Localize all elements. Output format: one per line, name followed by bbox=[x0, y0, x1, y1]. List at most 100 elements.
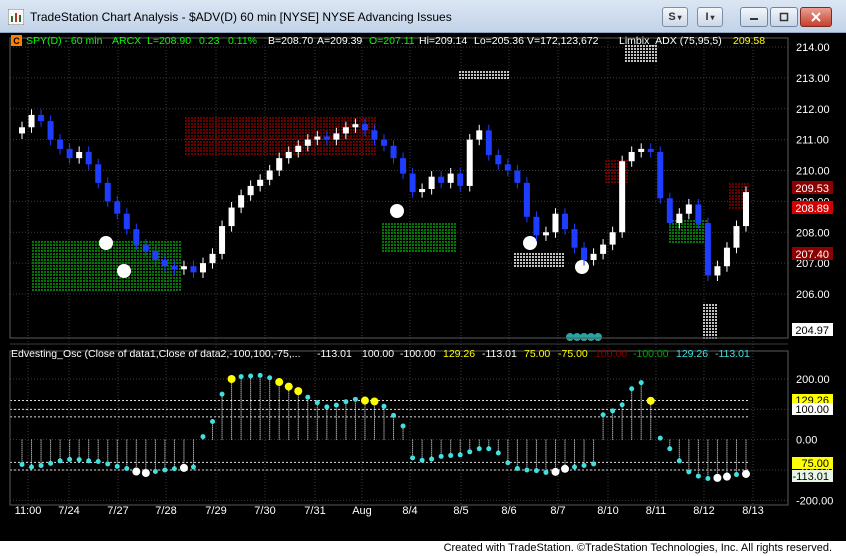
zone-dot bbox=[702, 238, 704, 240]
chart-area[interactable]: 11:00 7/24 7/27 7/28 7/29 7/30 7/31 Aug 8/4 8/5 8/… bbox=[0, 33, 846, 541]
zone-dot bbox=[140, 286, 142, 288]
zone-dot bbox=[415, 247, 417, 249]
zone-dot bbox=[95, 268, 97, 270]
zone-dot bbox=[254, 135, 256, 137]
zone-dot bbox=[439, 238, 441, 240]
zone-dot bbox=[538, 253, 540, 255]
s-menu-button[interactable]: S ▾ bbox=[662, 7, 688, 27]
osc-point bbox=[686, 469, 692, 475]
zone-dot bbox=[236, 144, 238, 146]
zone-dot bbox=[134, 280, 136, 282]
zone-dot bbox=[131, 286, 133, 288]
zone-dot bbox=[68, 283, 70, 285]
zone-dot bbox=[170, 247, 172, 249]
zone-dot bbox=[218, 120, 220, 122]
close-button[interactable] bbox=[800, 7, 832, 27]
zone-dot bbox=[350, 117, 352, 119]
zone-dot bbox=[260, 144, 262, 146]
candle-up bbox=[295, 145, 302, 152]
zone-dot bbox=[329, 129, 331, 131]
zone-dot bbox=[308, 135, 310, 137]
zone-dot bbox=[631, 48, 633, 50]
zone-dot bbox=[347, 147, 349, 149]
zone-dot bbox=[611, 166, 613, 168]
zone-dot bbox=[628, 51, 630, 53]
zone-dot bbox=[535, 262, 537, 264]
zone-dot bbox=[89, 259, 91, 261]
minimize-button[interactable] bbox=[740, 7, 768, 27]
zone-dot bbox=[504, 74, 506, 76]
zone-dot bbox=[611, 178, 613, 180]
zone-dot bbox=[347, 123, 349, 125]
zone-dot bbox=[278, 126, 280, 128]
zone-dot bbox=[608, 172, 610, 174]
zone-dot bbox=[675, 238, 677, 240]
zone-dot bbox=[257, 129, 259, 131]
zone-dot bbox=[418, 229, 420, 231]
zone-dot bbox=[53, 280, 55, 282]
zone-dot bbox=[451, 244, 453, 246]
zone-dot bbox=[80, 262, 82, 264]
zone-dot bbox=[53, 268, 55, 270]
zone-dot bbox=[439, 244, 441, 246]
zone-dot bbox=[471, 71, 473, 73]
zone-dot bbox=[110, 268, 112, 270]
zone-dot bbox=[332, 120, 334, 122]
zone-dot bbox=[611, 169, 613, 171]
zone-dot bbox=[637, 48, 639, 50]
zone-dot bbox=[323, 123, 325, 125]
zone-dot bbox=[206, 144, 208, 146]
zone-dot bbox=[412, 247, 414, 249]
zone-dot bbox=[314, 153, 316, 155]
zone-dot bbox=[98, 289, 100, 291]
zone-dot bbox=[706, 316, 708, 318]
zone-dot bbox=[173, 244, 175, 246]
zone-dot bbox=[224, 117, 226, 119]
zone-dot bbox=[675, 235, 677, 237]
zone-dot bbox=[626, 181, 628, 183]
zone-dot bbox=[95, 247, 97, 249]
zone-dot bbox=[672, 232, 674, 234]
chart-canvas[interactable]: 11:00 7/24 7/27 7/28 7/29 7/30 7/31 Aug 8/4 8/5 8/… bbox=[0, 33, 846, 541]
zone-dot bbox=[608, 181, 610, 183]
zone-dot bbox=[388, 244, 390, 246]
zone-dot bbox=[140, 256, 142, 258]
zone-dot bbox=[179, 283, 181, 285]
zone-dot bbox=[83, 268, 85, 270]
zone-dot bbox=[74, 265, 76, 267]
zone-dot bbox=[110, 271, 112, 273]
zone-dot bbox=[406, 229, 408, 231]
zone-dot bbox=[350, 147, 352, 149]
zone-dot bbox=[89, 244, 91, 246]
zone-dot bbox=[634, 54, 636, 56]
zone-dot bbox=[59, 274, 61, 276]
zone-dot bbox=[287, 117, 289, 119]
zone-dot bbox=[248, 153, 250, 155]
zone-dot bbox=[538, 256, 540, 258]
zone-dot bbox=[442, 250, 444, 252]
zone-dot bbox=[215, 117, 217, 119]
zone-dot bbox=[356, 132, 358, 134]
zone-dot bbox=[562, 262, 564, 264]
zone-dot bbox=[614, 160, 616, 162]
zone-dot bbox=[251, 147, 253, 149]
zone-dot bbox=[391, 229, 393, 231]
zone-dot bbox=[116, 286, 118, 288]
zone-dot bbox=[248, 120, 250, 122]
zone-dot bbox=[110, 250, 112, 252]
maximize-button[interactable] bbox=[770, 7, 798, 27]
zone-dot bbox=[92, 244, 94, 246]
zone-dot bbox=[350, 120, 352, 122]
zone-dot bbox=[74, 244, 76, 246]
price-header-field: V=172,123,672 bbox=[527, 35, 599, 47]
zone-dot bbox=[38, 274, 40, 276]
zone-dot bbox=[678, 235, 680, 237]
zone-dot bbox=[50, 283, 52, 285]
zone-dot bbox=[77, 253, 79, 255]
zone-dot bbox=[224, 120, 226, 122]
zone-dot bbox=[158, 262, 160, 264]
i-menu-button[interactable]: I ▾ bbox=[697, 7, 723, 27]
zone-dot bbox=[56, 280, 58, 282]
zone-dot bbox=[477, 77, 479, 79]
white-dot-cluster-812 bbox=[703, 304, 717, 339]
